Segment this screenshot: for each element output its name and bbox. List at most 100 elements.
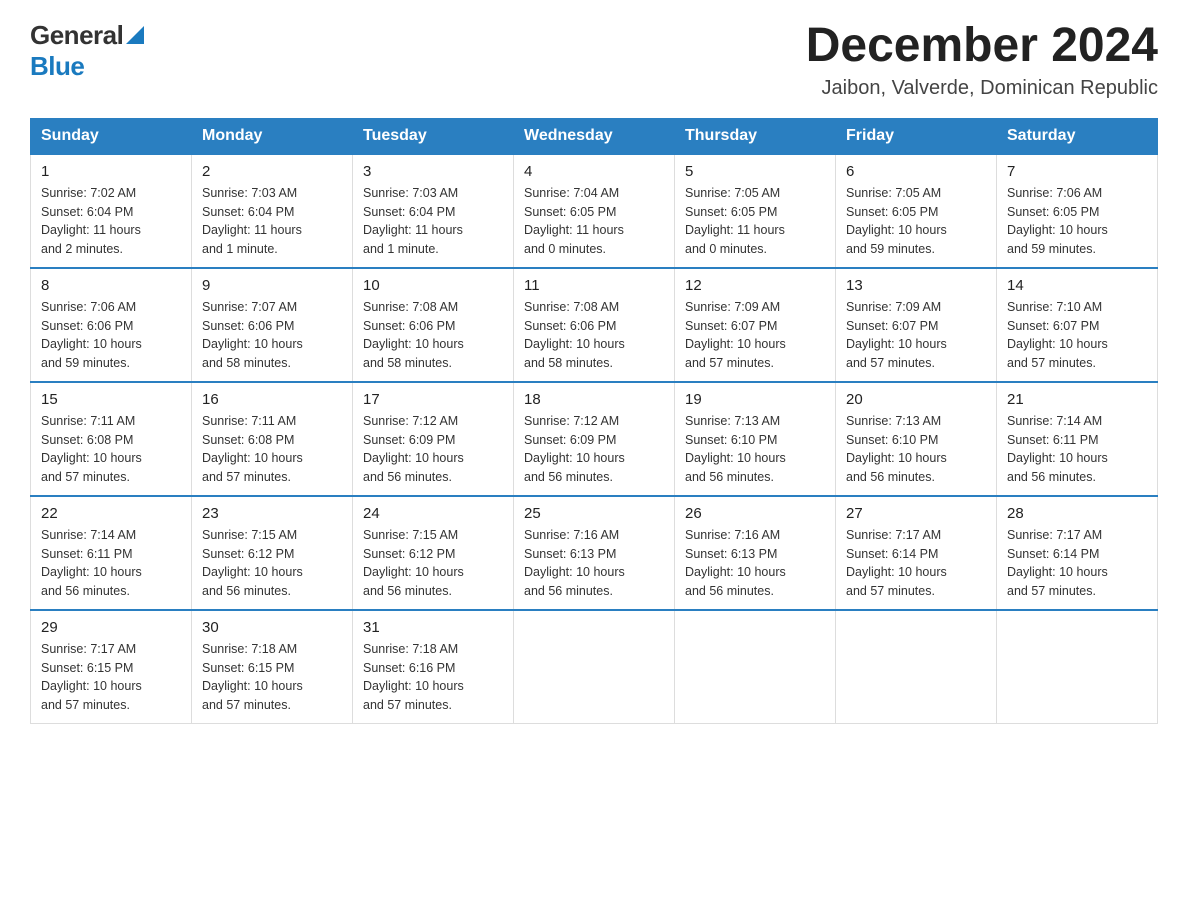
table-row: 14 Sunrise: 7:10 AMSunset: 6:07 PMDayligh… (997, 268, 1158, 382)
day-number: 30 (202, 619, 342, 636)
day-info: Sunrise: 7:11 AMSunset: 6:08 PMDaylight:… (202, 412, 342, 487)
day-number: 21 (1007, 391, 1147, 408)
day-number: 2 (202, 163, 342, 180)
table-row: 23Sunrise: 7:15 AMSunset: 6:12 PMDayligh… (192, 496, 353, 610)
header-monday: Monday (192, 118, 353, 154)
day-number: 5 (685, 163, 825, 180)
table-row: 10 Sunrise: 7:08 AMSunset: 6:06 PMDayligh… (353, 268, 514, 382)
day-info: Sunrise: 7:03 AMSunset: 6:04 PMDaylight:… (363, 184, 503, 259)
day-number: 3 (363, 163, 503, 180)
day-number: 8 (41, 277, 181, 294)
header-thursday: Thursday (675, 118, 836, 154)
table-row: 20 Sunrise: 7:13 AMSunset: 6:10 PMDayligh… (836, 382, 997, 496)
table-row: 3 Sunrise: 7:03 AMSunset: 6:04 PMDaylight… (353, 154, 514, 268)
table-row: 7 Sunrise: 7:06 AMSunset: 6:05 PMDaylight… (997, 154, 1158, 268)
calendar-header-row: Sunday Monday Tuesday Wednesday Thursday… (31, 118, 1158, 154)
day-info: Sunrise: 7:10 AMSunset: 6:07 PMDaylight:… (1007, 298, 1147, 373)
subtitle: Jaibon, Valverde, Dominican Republic (806, 77, 1158, 100)
table-row: 30 Sunrise: 7:18 AMSunset: 6:15 PMDayligh… (192, 610, 353, 724)
table-row: 1 Sunrise: 7:02 AMSunset: 6:04 PMDaylight… (31, 154, 192, 268)
table-row: 22 Sunrise: 7:14 AMSunset: 6:11 PMDayligh… (31, 496, 192, 610)
day-info: Sunrise: 7:16 AMSunset: 6:13 PMDaylight:… (685, 526, 825, 601)
logo-triangle-icon (126, 26, 144, 44)
day-info: Sunrise: 7:05 AMSunset: 6:05 PMDaylight:… (846, 184, 986, 259)
table-row: 16 Sunrise: 7:11 AMSunset: 6:08 PMDayligh… (192, 382, 353, 496)
table-row: 15Sunrise: 7:11 AMSunset: 6:08 PMDayligh… (31, 382, 192, 496)
table-row: 31 Sunrise: 7:18 AMSunset: 6:16 PMDayligh… (353, 610, 514, 724)
calendar-week-row: 8Sunrise: 7:06 AMSunset: 6:06 PMDaylight… (31, 268, 1158, 382)
title-area: December 2024 Jaibon, Valverde, Dominica… (806, 20, 1158, 100)
day-number: 18 (524, 391, 664, 408)
header-friday: Friday (836, 118, 997, 154)
day-info: Sunrise: 7:12 AMSunset: 6:09 PMDaylight:… (524, 412, 664, 487)
table-row: 4 Sunrise: 7:04 AMSunset: 6:05 PMDaylight… (514, 154, 675, 268)
header-saturday: Saturday (997, 118, 1158, 154)
logo-blue-text: Blue (30, 51, 84, 81)
day-info: Sunrise: 7:12 AMSunset: 6:09 PMDaylight:… (363, 412, 503, 487)
day-number: 13 (846, 277, 986, 294)
table-row: 6 Sunrise: 7:05 AMSunset: 6:05 PMDaylight… (836, 154, 997, 268)
day-number: 6 (846, 163, 986, 180)
table-row: 12Sunrise: 7:09 AMSunset: 6:07 PMDayligh… (675, 268, 836, 382)
day-info: Sunrise: 7:18 AMSunset: 6:16 PMDaylight:… (363, 640, 503, 715)
table-row (997, 610, 1158, 724)
day-number: 19 (685, 391, 825, 408)
table-row: 18 Sunrise: 7:12 AMSunset: 6:09 PMDayligh… (514, 382, 675, 496)
day-info: Sunrise: 7:13 AMSunset: 6:10 PMDaylight:… (685, 412, 825, 487)
calendar-week-row: 22 Sunrise: 7:14 AMSunset: 6:11 PMDayligh… (31, 496, 1158, 610)
page-header: General Blue December 2024 Jaibon, Valve… (30, 20, 1158, 100)
day-number: 31 (363, 619, 503, 636)
day-info: Sunrise: 7:09 AMSunset: 6:07 PMDaylight:… (846, 298, 986, 373)
header-tuesday: Tuesday (353, 118, 514, 154)
day-info: Sunrise: 7:03 AMSunset: 6:04 PMDaylight:… (202, 184, 342, 259)
table-row (836, 610, 997, 724)
table-row: 17 Sunrise: 7:12 AMSunset: 6:09 PMDayligh… (353, 382, 514, 496)
day-info: Sunrise: 7:18 AMSunset: 6:15 PMDaylight:… (202, 640, 342, 715)
day-info: Sunrise: 7:14 AMSunset: 6:11 PMDaylight:… (1007, 412, 1147, 487)
day-info: Sunrise: 7:09 AMSunset: 6:07 PMDaylight:… (685, 298, 825, 373)
day-info: Sunrise: 7:04 AMSunset: 6:05 PMDaylight:… (524, 184, 664, 259)
table-row: 27Sunrise: 7:17 AMSunset: 6:14 PMDayligh… (836, 496, 997, 610)
day-info: Sunrise: 7:17 AMSunset: 6:14 PMDaylight:… (1007, 526, 1147, 601)
logo-general-text: General (30, 20, 123, 51)
table-row: 28Sunrise: 7:17 AMSunset: 6:14 PMDayligh… (997, 496, 1158, 610)
table-row (514, 610, 675, 724)
day-info: Sunrise: 7:13 AMSunset: 6:10 PMDaylight:… (846, 412, 986, 487)
day-number: 1 (41, 163, 181, 180)
day-number: 7 (1007, 163, 1147, 180)
day-number: 22 (41, 505, 181, 522)
table-row: 21 Sunrise: 7:14 AMSunset: 6:11 PMDayligh… (997, 382, 1158, 496)
day-info: Sunrise: 7:02 AMSunset: 6:04 PMDaylight:… (41, 184, 181, 259)
day-number: 4 (524, 163, 664, 180)
day-info: Sunrise: 7:07 AMSunset: 6:06 PMDaylight:… (202, 298, 342, 373)
table-row: 26 Sunrise: 7:16 AMSunset: 6:13 PMDayligh… (675, 496, 836, 610)
calendar-week-row: 29Sunrise: 7:17 AMSunset: 6:15 PMDayligh… (31, 610, 1158, 724)
table-row: 13 Sunrise: 7:09 AMSunset: 6:07 PMDayligh… (836, 268, 997, 382)
day-number: 14 (1007, 277, 1147, 294)
day-info: Sunrise: 7:06 AMSunset: 6:05 PMDaylight:… (1007, 184, 1147, 259)
logo: General Blue (30, 20, 144, 82)
table-row: 11Sunrise: 7:08 AMSunset: 6:06 PMDayligh… (514, 268, 675, 382)
day-info: Sunrise: 7:15 AMSunset: 6:12 PMDaylight:… (202, 526, 342, 601)
day-info: Sunrise: 7:14 AMSunset: 6:11 PMDaylight:… (41, 526, 181, 601)
header-sunday: Sunday (31, 118, 192, 154)
day-number: 20 (846, 391, 986, 408)
table-row: 9 Sunrise: 7:07 AMSunset: 6:06 PMDaylight… (192, 268, 353, 382)
table-row: 2 Sunrise: 7:03 AMSunset: 6:04 PMDaylight… (192, 154, 353, 268)
day-info: Sunrise: 7:17 AMSunset: 6:15 PMDaylight:… (41, 640, 181, 715)
day-number: 11 (524, 277, 664, 294)
day-number: 15 (41, 391, 181, 408)
day-number: 27 (846, 505, 986, 522)
table-row: 5Sunrise: 7:05 AMSunset: 6:05 PMDaylight… (675, 154, 836, 268)
day-number: 9 (202, 277, 342, 294)
day-number: 17 (363, 391, 503, 408)
day-number: 24 (363, 505, 503, 522)
table-row: 29Sunrise: 7:17 AMSunset: 6:15 PMDayligh… (31, 610, 192, 724)
day-number: 10 (363, 277, 503, 294)
table-row: 25Sunrise: 7:16 AMSunset: 6:13 PMDayligh… (514, 496, 675, 610)
day-number: 16 (202, 391, 342, 408)
day-info: Sunrise: 7:08 AMSunset: 6:06 PMDaylight:… (363, 298, 503, 373)
table-row (675, 610, 836, 724)
day-info: Sunrise: 7:16 AMSunset: 6:13 PMDaylight:… (524, 526, 664, 601)
day-number: 26 (685, 505, 825, 522)
